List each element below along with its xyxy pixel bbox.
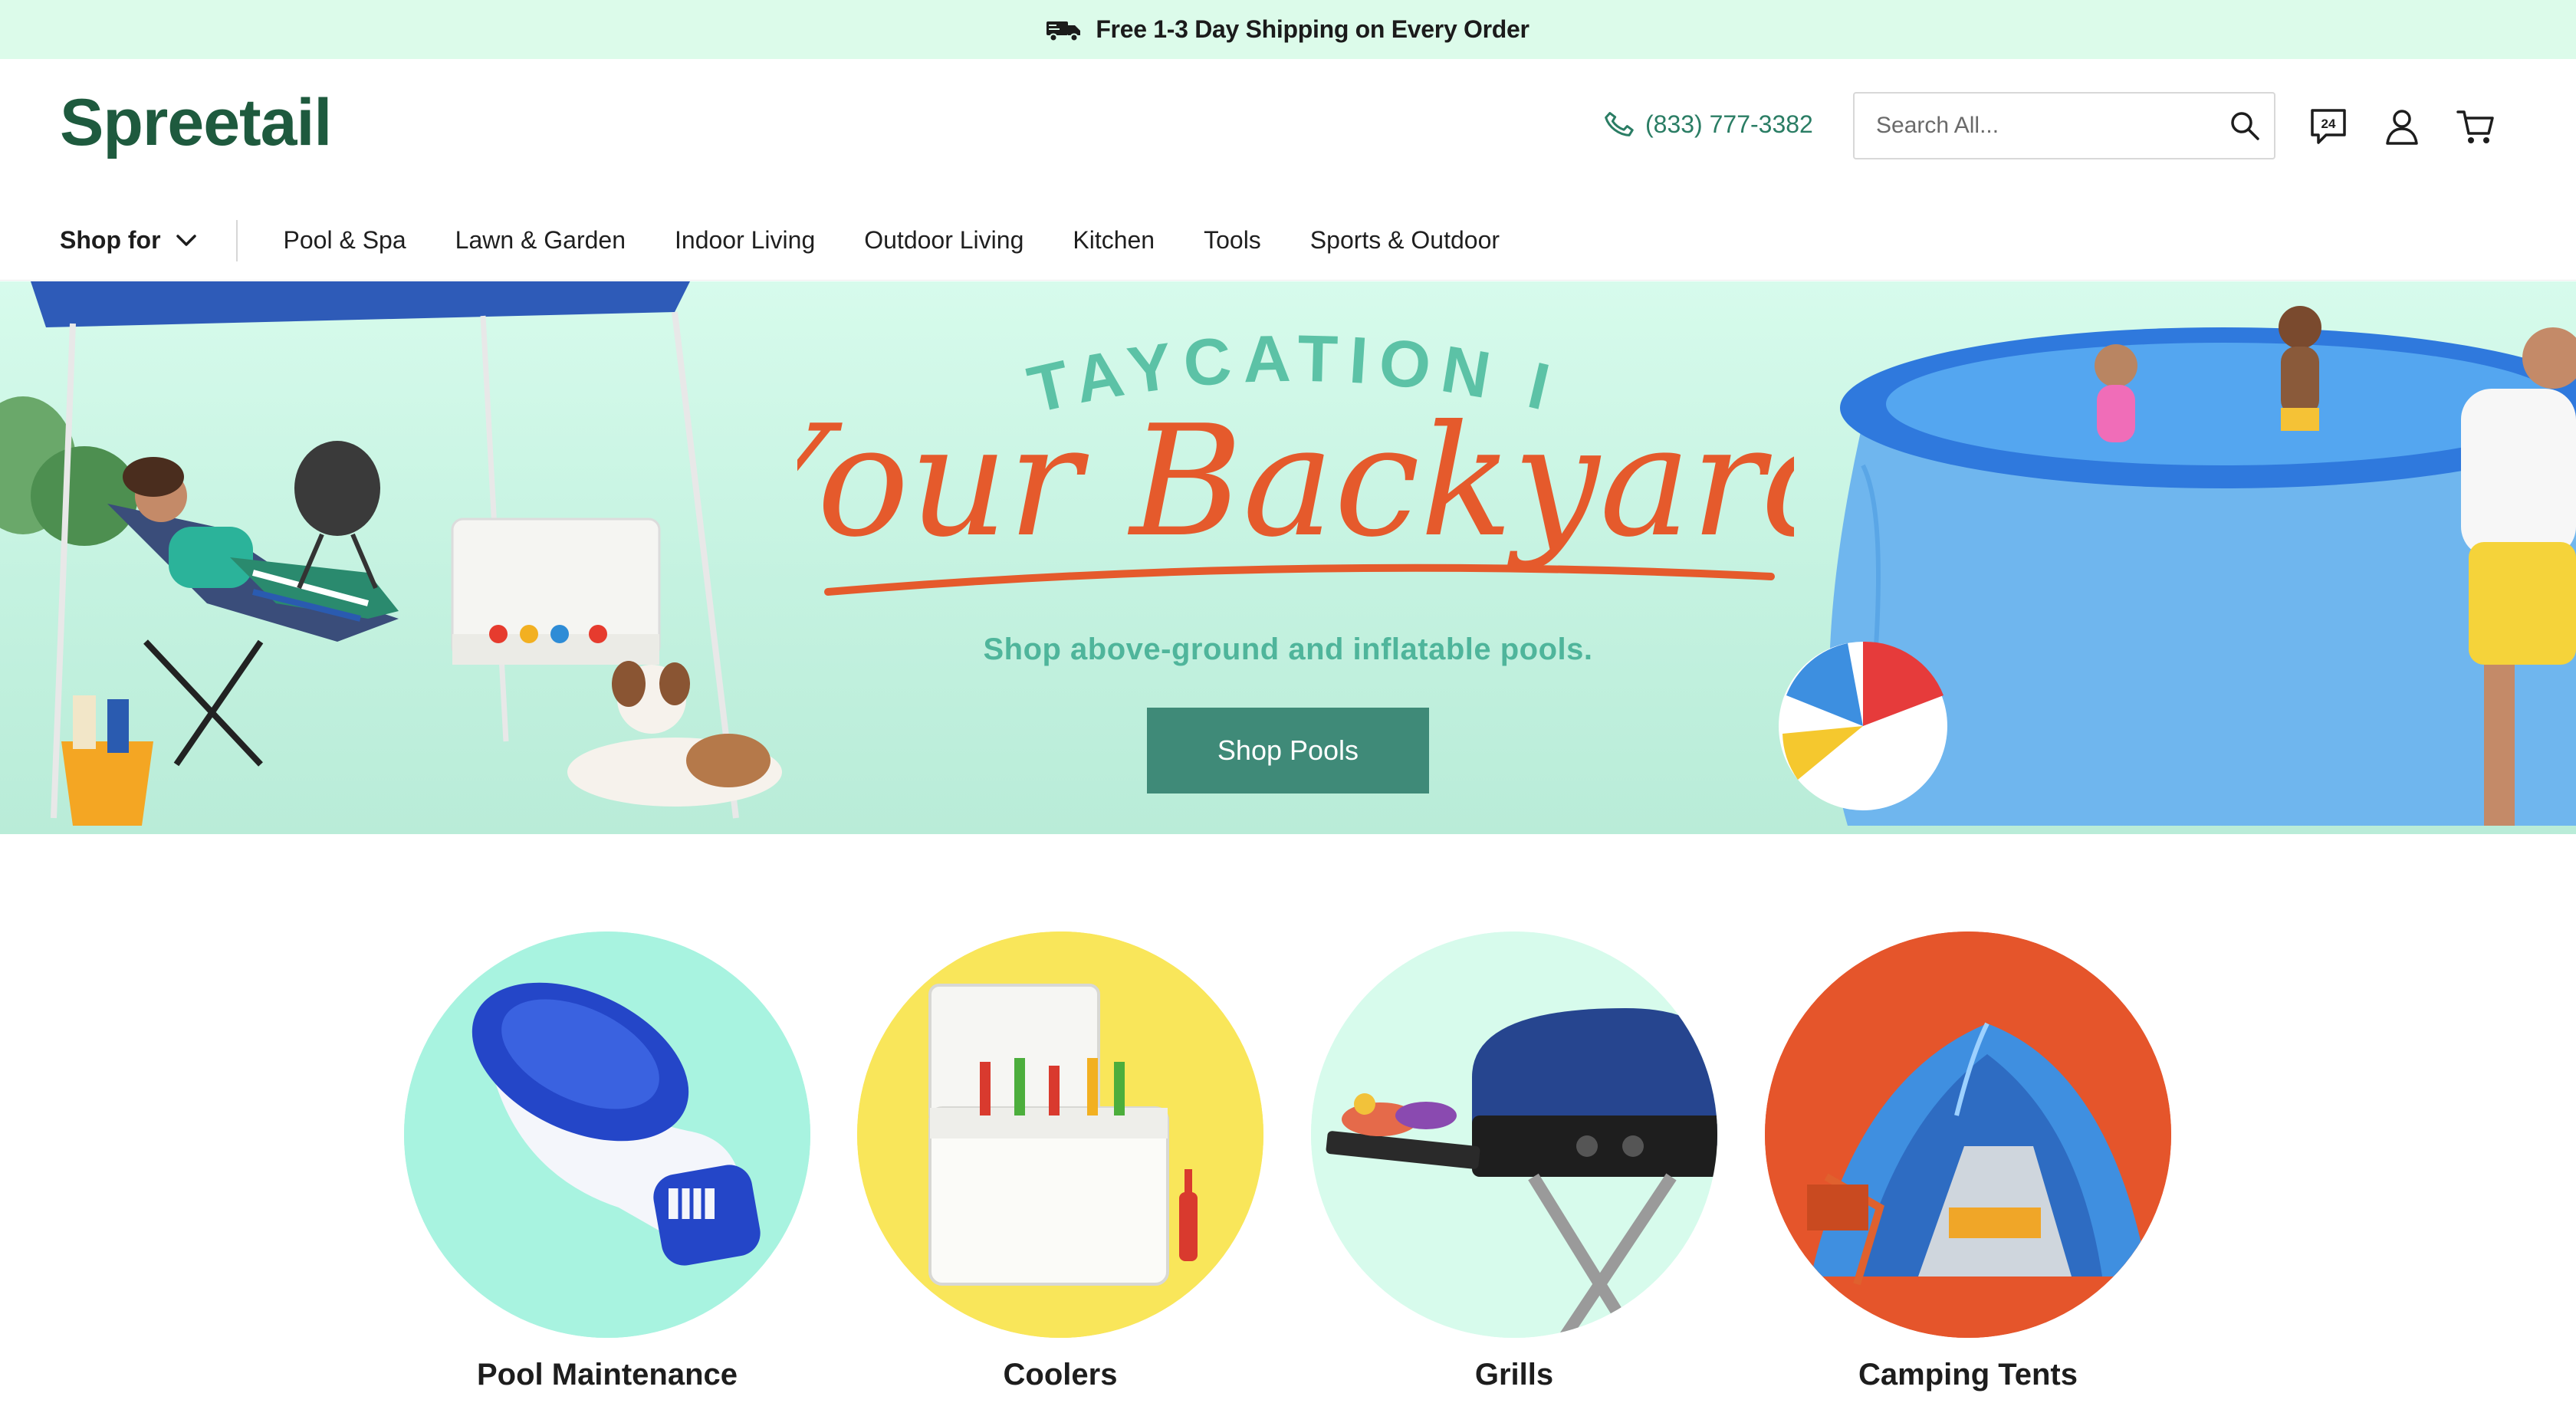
logo[interactable]: Spreetail <box>60 84 332 161</box>
shop-for-label: Shop for <box>60 226 161 254</box>
nav-link-outdoor-living[interactable]: Outdoor Living <box>864 226 1024 255</box>
category-image <box>404 932 810 1338</box>
cart-icon <box>2456 110 2494 143</box>
svg-text:Your Backyard: Your Backyard <box>797 400 1794 571</box>
truck-icon <box>1046 21 1081 41</box>
live-chat-button[interactable]: 24 <box>2308 106 2349 147</box>
chevron-down-icon <box>176 234 196 246</box>
nav-link-sports-outdoor[interactable]: Sports & Outdoor <box>1310 226 1500 255</box>
nav-link-indoor-living[interactable]: Indoor Living <box>675 226 815 255</box>
svg-text:24: 24 <box>2321 117 2336 131</box>
tent-icon <box>1765 932 2171 1338</box>
announcement-text: Free 1-3 Day Shipping on Every Order <box>1096 15 1530 43</box>
category-image <box>1765 932 2171 1338</box>
phone-icon <box>1605 112 1634 136</box>
category-camping-tents[interactable]: Camping Tents <box>1765 932 2171 1392</box>
category-image <box>857 932 1263 1338</box>
account-button[interactable] <box>2381 106 2423 147</box>
announcement-bar: Free 1-3 Day Shipping on Every Order <box>0 0 2576 59</box>
category-pool-maintenance[interactable]: Pool Maintenance <box>404 932 810 1392</box>
nav-link-kitchen[interactable]: Kitchen <box>1073 226 1155 255</box>
search-input[interactable] <box>1855 94 2216 158</box>
main-nav: Shop for Pool & Spa Lawn & Garden Indoor… <box>0 201 2576 281</box>
nav-link-lawn-garden[interactable]: Lawn & Garden <box>455 226 626 255</box>
category-coolers[interactable]: Coolers <box>857 932 1263 1392</box>
hero-banner[interactable]: STAYCATION IN Your Backyard Shop above-g… <box>0 281 2576 834</box>
cart-button[interactable] <box>2455 106 2496 147</box>
nav-link-tools[interactable]: Tools <box>1204 226 1261 255</box>
category-label: Grills <box>1474 1358 1554 1392</box>
category-image <box>1311 932 1717 1338</box>
account-icon <box>2386 110 2418 145</box>
search-button[interactable] <box>2216 94 2274 158</box>
category-label: Camping Tents <box>1858 1358 2078 1392</box>
hero-headline: Your Backyard <box>797 400 1794 596</box>
search-box <box>1853 92 2275 159</box>
shop-for-dropdown[interactable]: Shop for <box>60 219 238 261</box>
category-grills[interactable]: Grills <box>1311 932 1717 1392</box>
shop-pools-button[interactable]: Shop Pools <box>1147 708 1429 794</box>
hero-subtitle: Shop above-ground and inflatable pools. <box>983 632 1593 666</box>
category-label: Coolers <box>1003 1358 1118 1392</box>
phone-link[interactable]: (833) 777-3382 <box>1602 107 1813 141</box>
search-icon <box>2231 112 2259 140</box>
chat-24-icon: 24 <box>2311 109 2346 144</box>
category-label: Pool Maintenance <box>476 1358 738 1392</box>
phone-number: (833) 777-3382 <box>1645 110 1813 138</box>
grill-icon <box>1311 932 1717 1338</box>
cooler-icon <box>857 932 1263 1338</box>
nav-link-pool-spa[interactable]: Pool & Spa <box>284 226 406 255</box>
pool-chlorinator-icon <box>404 932 810 1338</box>
nav-links: Pool & Spa Lawn & Garden Indoor Living O… <box>284 226 1549 255</box>
